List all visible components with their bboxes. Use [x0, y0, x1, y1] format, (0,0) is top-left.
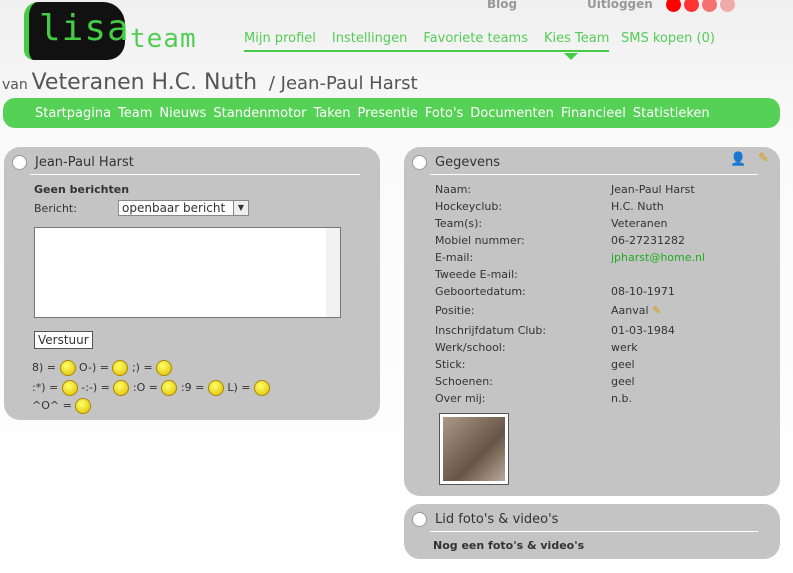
- nav-instellingen[interactable]: Instellingen: [332, 31, 408, 46]
- visibility-select[interactable]: openbaar bericht ▼: [118, 200, 249, 216]
- detail-label: Stick:: [435, 358, 466, 371]
- detail-value[interactable]: jpharst@home.nl: [611, 251, 705, 264]
- details-panel: Gegevens 👤 ✎ Naam: Jean-Paul Harst Hockeyc…: [404, 147, 780, 496]
- detail-label: Team(s):: [435, 217, 483, 230]
- menu-presentie[interactable]: Presentie: [358, 106, 418, 121]
- menu-fotos[interactable]: Foto's: [425, 106, 463, 121]
- blog-link[interactable]: Blog: [487, 0, 517, 11]
- no-messages: Geen berichten: [34, 183, 130, 196]
- profile-photo[interactable]: [439, 413, 509, 485]
- panel-title: Lid foto's & video's: [435, 512, 559, 527]
- team-name: Veteranen H.C. Nuth: [31, 70, 258, 95]
- menu-startpagina[interactable]: Startpagina: [35, 106, 111, 121]
- edit-user-icon[interactable]: 👤: [730, 152, 746, 167]
- logo[interactable]: lisa: [24, 2, 129, 60]
- detail-value: 08-10-1971: [611, 285, 675, 298]
- cool-smiley-icon[interactable]: [59, 360, 76, 376]
- detail-value: Aanval ✎: [611, 304, 662, 317]
- logo-team-text: team: [130, 24, 197, 54]
- surprised-smiley-icon[interactable]: [161, 380, 178, 396]
- menu-documenten[interactable]: Documenten: [470, 106, 554, 121]
- dot-icon: [684, 0, 699, 12]
- menu-nieuws[interactable]: Nieuws: [159, 106, 206, 121]
- pencil-icon[interactable]: ✎: [649, 304, 661, 317]
- detail-label: Hockeyclub:: [435, 200, 503, 213]
- panel-title: Gegevens: [435, 155, 501, 170]
- message-textarea[interactable]: [34, 227, 341, 318]
- lying-smiley-icon[interactable]: [113, 380, 130, 396]
- detail-value: Jean-Paul Harst: [611, 183, 695, 196]
- nav-sms-kopen[interactable]: SMS kopen (0): [621, 31, 715, 46]
- detail-value: Veteranen: [611, 217, 668, 230]
- dot-icon: [720, 0, 735, 12]
- detail-label: Positie:: [435, 304, 475, 317]
- detail-value: n.b.: [611, 392, 632, 405]
- menu-taken[interactable]: Taken: [313, 106, 350, 121]
- kiss-smiley-icon[interactable]: [61, 380, 78, 396]
- detail-value: 01-03-1984: [611, 324, 675, 337]
- dot-icon: [702, 0, 717, 12]
- tongue-smiley-icon[interactable]: [207, 380, 224, 396]
- player-name: / Jean-Paul Harst: [268, 73, 418, 94]
- panel-title: Jean-Paul Harst: [35, 155, 134, 170]
- page-title: van Veteranen H.C. Nuth / Jean-Paul Hars…: [2, 70, 418, 95]
- message-label: Bericht:: [34, 202, 77, 215]
- detail-label: Tweede E-mail:: [435, 268, 518, 281]
- collapse-toggle[interactable]: [12, 155, 27, 170]
- nav-mijn-profiel[interactable]: Mijn profiel: [244, 31, 316, 46]
- collapse-toggle[interactable]: [412, 512, 427, 527]
- detail-label: Over mij:: [435, 392, 486, 405]
- thumbs-up-smiley-icon[interactable]: [75, 398, 92, 414]
- nav-kies-team[interactable]: Kies Team: [544, 31, 609, 46]
- send-button[interactable]: Verstuur: [34, 331, 93, 349]
- detail-value: geel: [611, 375, 635, 388]
- main-menu: Startpagina Team Nieuws Standenmotor Tak…: [3, 98, 780, 128]
- pencil-icon[interactable]: ✎: [758, 151, 769, 166]
- detail-label: Geboortedatum:: [435, 285, 526, 298]
- detail-label: Schoenen:: [435, 375, 493, 388]
- chevron-down-icon: ▼: [233, 201, 248, 215]
- detail-value: geel: [611, 358, 635, 371]
- detail-label: Werk/school:: [435, 341, 506, 354]
- nav-favoriete-teams[interactable]: Favoriete teams: [423, 31, 528, 46]
- menu-standenmotor[interactable]: Standenmotor: [213, 106, 306, 121]
- detail-label: Inschrijfdatum Club:: [435, 324, 547, 337]
- smiley-legend: 8) = O-) = ;) = :*) = -:-) = :O = :9 = L…: [32, 358, 271, 414]
- scrollbar[interactable]: [326, 228, 340, 317]
- media-panel: Lid foto's & video's Nog een foto's & vi…: [404, 504, 780, 559]
- wink-smiley-icon[interactable]: [156, 360, 173, 376]
- detail-value: 06-27231282: [611, 234, 685, 247]
- no-media: Nog een foto's & video's: [433, 539, 585, 552]
- messages-panel: Jean-Paul Harst Geen berichten Bericht: …: [4, 147, 380, 420]
- angel-smiley-icon[interactable]: [112, 360, 129, 376]
- logout-link[interactable]: Uitloggen: [587, 0, 653, 11]
- detail-value: werk: [611, 341, 638, 354]
- menu-team[interactable]: Team: [118, 106, 152, 121]
- dot-icon: [666, 0, 681, 12]
- menu-statistieken[interactable]: Statistieken: [633, 106, 710, 121]
- collapse-toggle[interactable]: [412, 155, 427, 170]
- detail-value: H.C. Nuth: [611, 200, 664, 213]
- detail-label: Naam:: [435, 183, 472, 196]
- active-indicator: [564, 53, 578, 60]
- detail-label: E-mail:: [435, 251, 474, 264]
- detail-label: Mobiel nummer:: [435, 234, 525, 247]
- finger-smiley-icon[interactable]: [254, 380, 271, 396]
- menu-financieel[interactable]: Financieel: [561, 106, 626, 121]
- top-nav: Mijn profiel Instellingen Favoriete team…: [244, 31, 715, 52]
